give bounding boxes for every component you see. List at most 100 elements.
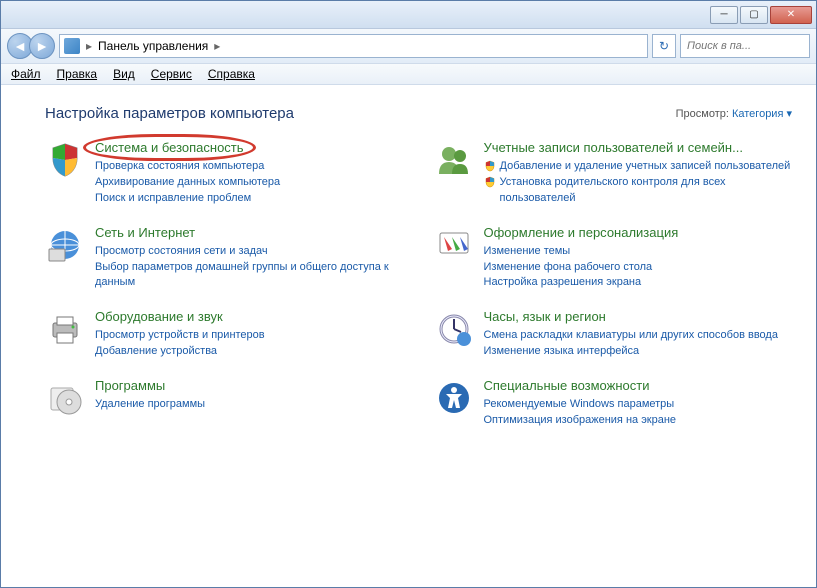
control-panel-icon	[64, 38, 80, 54]
menu-edit[interactable]: Правка	[57, 67, 98, 81]
sublink[interactable]: Изменение языка интерфейса	[484, 344, 793, 360]
category-item: Оборудование и звук Просмотр устройств и …	[45, 309, 404, 360]
right-column: Учетные записи пользователей и семейн...…	[434, 140, 793, 429]
window-controls: ─ ▢ ✕	[710, 6, 812, 24]
sublink-text: Смена раскладки клавиатуры или других сп…	[484, 328, 778, 344]
category-columns: Система и безопасность Проверка состояния…	[45, 140, 792, 429]
sublink[interactable]: Изменение темы	[484, 244, 793, 260]
sublinks: Рекомендуемые Windows параметрыОптимизац…	[484, 397, 793, 429]
sublink-text: Оптимизация изображения на экране	[484, 413, 677, 429]
close-button[interactable]: ✕	[770, 6, 812, 24]
content-area: Настройка параметров компьютера Просмотр…	[1, 85, 816, 587]
user-accounts-icon	[434, 140, 474, 180]
search-input[interactable]	[680, 34, 810, 58]
menu-help[interactable]: Справка	[208, 67, 255, 81]
address-bar[interactable]: ▸ Панель управления ▸	[59, 34, 648, 58]
sublink[interactable]: Архивирование данных компьютера	[95, 175, 404, 191]
sublink-text: Выбор параметров домашней группы и общег…	[95, 260, 404, 292]
sublink-text: Поиск и исправление проблем	[95, 191, 251, 207]
sublink[interactable]: Поиск и исправление проблем	[95, 191, 404, 207]
menu-tools[interactable]: Сервис	[151, 67, 192, 81]
sublink-text: Архивирование данных компьютера	[95, 175, 280, 191]
sublink[interactable]: Просмотр состояния сети и задач	[95, 244, 404, 260]
view-by: Просмотр: Категория ▾	[676, 107, 792, 120]
sublinks: Добавление и удаление учетных записей по…	[484, 159, 793, 207]
uac-shield-icon	[484, 176, 496, 188]
maximize-button[interactable]: ▢	[740, 6, 768, 24]
sublink[interactable]: Добавление устройства	[95, 344, 404, 360]
refresh-button[interactable]: ↻	[652, 34, 676, 58]
breadcrumb-sep: ▸	[86, 39, 92, 53]
sublinks: Смена раскладки клавиатуры или других сп…	[484, 328, 793, 360]
view-by-dropdown[interactable]: Категория ▾	[732, 108, 792, 120]
category-title[interactable]: Учетные записи пользователей и семейн...	[484, 140, 793, 157]
shield-security-icon	[45, 140, 85, 180]
sublink[interactable]: Изменение фона рабочего стола	[484, 260, 793, 276]
category-title[interactable]: Сеть и Интернет	[95, 225, 404, 242]
category-item: Оформление и персонализация Изменение тем…	[434, 225, 793, 292]
titlebar: ─ ▢ ✕	[1, 1, 816, 29]
sublink[interactable]: Рекомендуемые Windows параметры	[484, 397, 793, 413]
category-title[interactable]: Система и безопасность	[95, 140, 404, 157]
category-title-text[interactable]: Система и безопасность	[95, 140, 244, 155]
category-title[interactable]: Оформление и персонализация	[484, 225, 793, 242]
category-title[interactable]: Программы	[95, 378, 404, 395]
sublink-text: Рекомендуемые Windows параметры	[484, 397, 675, 413]
category-title[interactable]: Часы, язык и регион	[484, 309, 793, 326]
category-body: Учетные записи пользователей и семейн...…	[484, 140, 793, 207]
highlighted-category: Система и безопасность	[95, 140, 244, 157]
category-item: Система и безопасность Проверка состояния…	[45, 140, 404, 207]
category-body: Сеть и Интернет Просмотр состояния сети и…	[95, 225, 404, 292]
sublinks: Просмотр состояния сети и задачВыбор пар…	[95, 244, 404, 292]
page-title: Настройка параметров компьютера	[45, 105, 294, 122]
uac-shield-icon	[484, 160, 496, 172]
sublinks: Просмотр устройств и принтеровДобавление…	[95, 328, 404, 360]
category-body: Специальные возможности Рекомендуемые Win…	[484, 378, 793, 429]
category-body: Программы Удаление программы	[95, 378, 404, 418]
programs-cd-icon	[45, 378, 85, 418]
sublink-text: Установка родительского контроля для все…	[500, 175, 793, 207]
menu-view[interactable]: Вид	[113, 67, 135, 81]
sublink[interactable]: Оптимизация изображения на экране	[484, 413, 793, 429]
forward-button[interactable]: ►	[29, 33, 55, 59]
sublink-text: Просмотр устройств и принтеров	[95, 328, 265, 344]
sublink[interactable]: Добавление и удаление учетных записей по…	[484, 159, 793, 175]
sublink-text: Просмотр состояния сети и задач	[95, 244, 268, 260]
left-column: Система и безопасность Проверка состояния…	[45, 140, 404, 429]
hardware-printer-icon	[45, 309, 85, 349]
category-item: Учетные записи пользователей и семейн...…	[434, 140, 793, 207]
navigation-bar: ◄ ► ▸ Панель управления ▸ ↻	[1, 29, 816, 63]
category-body: Часы, язык и регион Смена раскладки клави…	[484, 309, 793, 360]
sublink-text: Изменение фона рабочего стола	[484, 260, 653, 276]
sublink-text: Проверка состояния компьютера	[95, 159, 264, 175]
sublink-text: Удаление программы	[95, 397, 205, 413]
category-title[interactable]: Специальные возможности	[484, 378, 793, 395]
accessibility-icon	[434, 378, 474, 418]
menu-file[interactable]: Файл	[11, 67, 41, 81]
category-title[interactable]: Оборудование и звук	[95, 309, 404, 326]
sublink[interactable]: Выбор параметров домашней группы и общег…	[95, 260, 404, 292]
category-body: Оборудование и звук Просмотр устройств и …	[95, 309, 404, 360]
sublink[interactable]: Просмотр устройств и принтеров	[95, 328, 404, 344]
nav-buttons: ◄ ►	[7, 33, 55, 59]
sublink-text: Изменение языка интерфейса	[484, 344, 640, 360]
view-by-label: Просмотр:	[676, 108, 729, 120]
sublink[interactable]: Настройка разрешения экрана	[484, 275, 793, 291]
category-item: Часы, язык и регион Смена раскладки клави…	[434, 309, 793, 360]
clock-region-icon	[434, 309, 474, 349]
sublink-text: Добавление устройства	[95, 344, 217, 360]
sublinks: Удаление программы	[95, 397, 404, 413]
network-globe-icon	[45, 225, 85, 265]
menu-bar: Файл Правка Вид Сервис Справка	[1, 63, 816, 85]
breadcrumb-root[interactable]: Панель управления	[98, 39, 208, 53]
category-item: Специальные возможности Рекомендуемые Win…	[434, 378, 793, 429]
sublink[interactable]: Смена раскладки клавиатуры или других сп…	[484, 328, 793, 344]
sublink-text: Добавление и удаление учетных записей по…	[500, 159, 791, 175]
sublink[interactable]: Проверка состояния компьютера	[95, 159, 404, 175]
sublink[interactable]: Установка родительского контроля для все…	[484, 175, 793, 207]
sublink-text: Изменение темы	[484, 244, 571, 260]
minimize-button[interactable]: ─	[710, 6, 738, 24]
category-body: Оформление и персонализация Изменение тем…	[484, 225, 793, 292]
sublink[interactable]: Удаление программы	[95, 397, 404, 413]
category-item: Сеть и Интернет Просмотр состояния сети и…	[45, 225, 404, 292]
